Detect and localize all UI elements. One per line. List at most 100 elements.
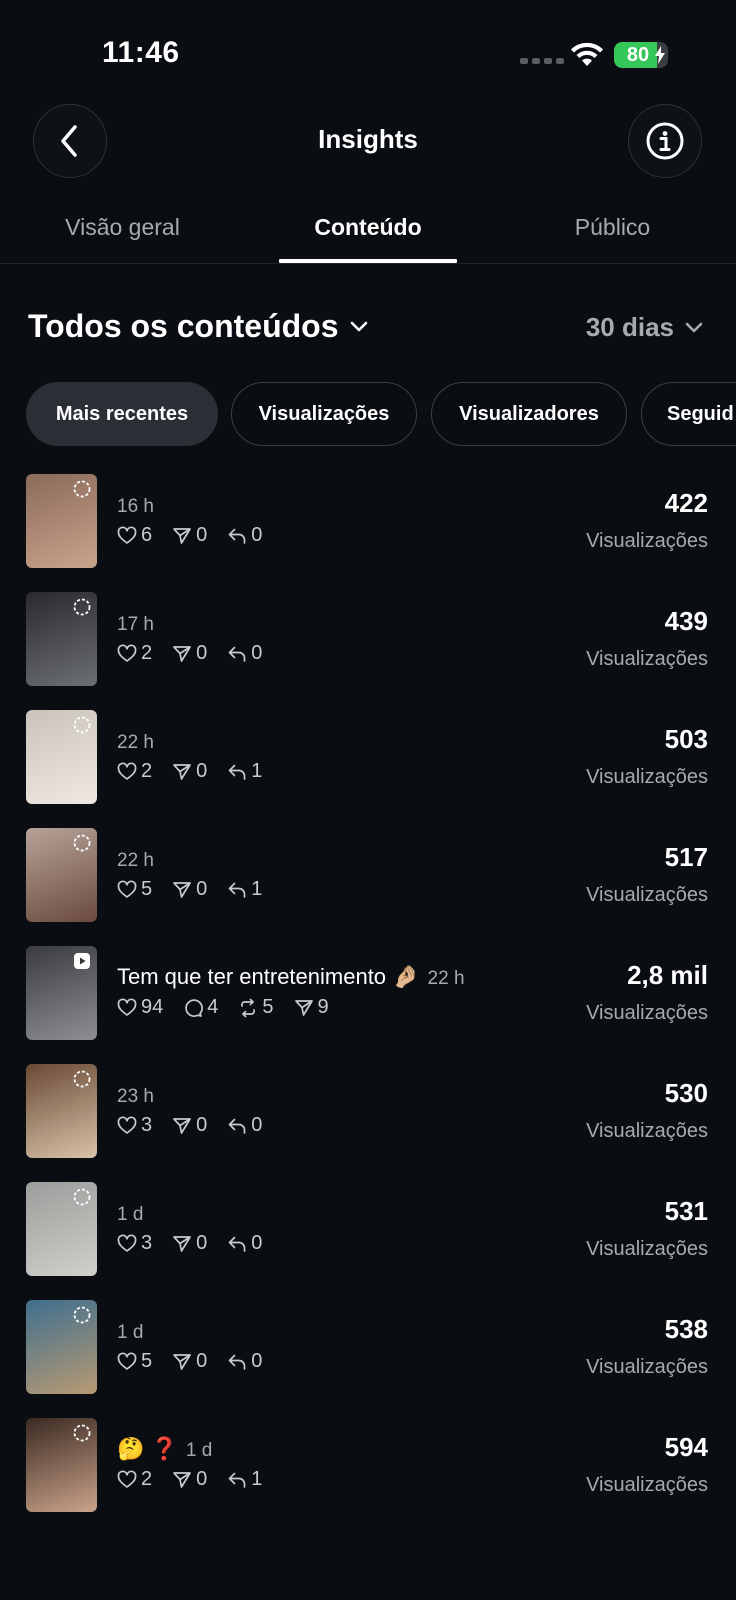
content-caption: Tem que ter entretenimento 🤌🏼 22 h	[117, 964, 465, 990]
stat-value: 9	[317, 996, 329, 1018]
content-caption: 🤔 ❓ 1 d	[117, 1436, 212, 1462]
tab-content[interactable]: Conteúdo	[279, 214, 457, 241]
stat-value: 3	[141, 1114, 153, 1136]
send-icon	[173, 1353, 191, 1370]
repost-icon	[241, 998, 256, 1017]
stat-value: 2	[141, 642, 153, 664]
views-count: 530	[664, 1078, 708, 1108]
content-row[interactable]: 23 h 3 0 0 530 Visualizações	[0, 1064, 736, 1158]
engagement-stats: 3 0 0	[117, 1114, 262, 1137]
views-count: 517	[664, 842, 708, 872]
content-thumbnail[interactable]	[26, 1182, 97, 1276]
reel-icon	[74, 953, 90, 969]
engagement-stats: 3 0 0	[117, 1232, 262, 1255]
engagement-stats: 2 0 1	[117, 1468, 262, 1491]
stat-value: 3	[141, 1232, 153, 1254]
wifi-icon	[571, 42, 603, 66]
views-label: Visualizações	[586, 1356, 708, 1378]
content-filter-dropdown[interactable]: Todos os conteúdos	[28, 308, 369, 345]
reply-icon	[228, 1118, 246, 1134]
heart-icon	[117, 880, 137, 898]
post-time: 22 h	[427, 968, 465, 989]
stat-heart: 6	[117, 524, 152, 547]
stat-reply: 0	[227, 1350, 262, 1373]
post-time: 1 d	[117, 1322, 144, 1343]
heart-icon	[117, 1116, 137, 1134]
stat-value: 0	[251, 1232, 263, 1254]
reply-icon	[228, 1236, 246, 1252]
caption-text: 🤔 ❓	[117, 1436, 178, 1461]
tab-audience[interactable]: Público	[530, 214, 695, 241]
tab-overview[interactable]: Visão geral	[40, 214, 205, 241]
content-filter-label: Todos os conteúdos	[28, 308, 339, 344]
content-thumbnail[interactable]	[26, 474, 97, 568]
heart-icon	[117, 1470, 137, 1488]
send-icon	[173, 763, 191, 780]
views-count: 2,8 mil	[627, 960, 708, 990]
stat-heart: 2	[117, 760, 152, 783]
stat-reply: 0	[227, 524, 262, 547]
stat-value: 0	[196, 1350, 208, 1372]
stat-value: 0	[196, 524, 208, 546]
views-count: 531	[664, 1196, 708, 1226]
heart-icon	[117, 644, 137, 662]
views-label: Visualizações	[586, 766, 708, 788]
post-time: 16 h	[117, 496, 154, 517]
content-thumbnail[interactable]	[26, 1064, 97, 1158]
content-thumbnail[interactable]	[26, 828, 97, 922]
stat-heart: 2	[117, 642, 152, 665]
reply-icon	[228, 528, 246, 544]
chip-most-recent[interactable]: Mais recentes	[26, 382, 218, 446]
chip-viewers[interactable]: Visualizadores	[431, 382, 627, 446]
content-thumbnail[interactable]	[26, 1300, 97, 1394]
story-icon	[73, 598, 91, 616]
status-bar: 11:46 80	[0, 0, 736, 100]
stat-value: 0	[196, 642, 208, 664]
post-time: 1 d	[185, 1440, 213, 1461]
stat-value: 0	[196, 1114, 208, 1136]
content-thumbnail[interactable]	[26, 1418, 97, 1512]
stat-reply: 0	[227, 642, 262, 665]
content-row[interactable]: 1 d 3 0 0 531 Visualizações	[0, 1182, 736, 1276]
stat-reply: 1	[227, 760, 262, 783]
content-row[interactable]: 22 h 5 0 1 517 Visualizações	[0, 828, 736, 922]
stat-send: 0	[172, 1114, 207, 1137]
stat-reply: 1	[227, 1468, 262, 1491]
content-row[interactable]: 17 h 2 0 0 439 Visualizações	[0, 592, 736, 686]
reply-icon	[228, 764, 246, 780]
stat-comment: 4	[183, 996, 218, 1019]
stat-reply: 0	[227, 1114, 262, 1137]
info-button[interactable]	[628, 104, 702, 178]
content-thumbnail[interactable]	[26, 946, 97, 1040]
heart-icon	[117, 762, 137, 780]
chip-views[interactable]: Visualizações	[231, 382, 417, 446]
views-label: Visualizações	[586, 1238, 708, 1260]
reply-icon	[228, 1472, 246, 1488]
content-row[interactable]: 1 d 5 0 0 538 Visualizações	[0, 1300, 736, 1394]
views-label: Visualizações	[586, 1002, 708, 1024]
send-icon	[173, 1235, 191, 1252]
content-thumbnail[interactable]	[26, 592, 97, 686]
content-row[interactable]: 16 h 6 0 0 422 Visualizações	[0, 474, 736, 568]
stat-value: 5	[262, 996, 274, 1018]
content-row[interactable]: 22 h 2 0 1 503 Visualizações	[0, 710, 736, 804]
story-icon	[73, 1188, 91, 1206]
status-time: 11:46	[102, 36, 180, 69]
stat-value: 0	[196, 1468, 208, 1490]
send-icon	[173, 881, 191, 898]
post-time: 22 h	[117, 850, 154, 871]
content-row[interactable]: Tem que ter entretenimento 🤌🏼 22 h 94 4 5 9 2,…	[0, 946, 736, 1040]
views-count: 422	[664, 488, 708, 518]
chip-followers[interactable]: Seguid	[641, 382, 736, 446]
stat-value: 5	[141, 878, 153, 900]
stat-value: 2	[141, 760, 153, 782]
stat-heart: 2	[117, 1468, 152, 1491]
content-row[interactable]: 🤔 ❓ 1 d 2 0 1 594 Visualizações	[0, 1418, 736, 1512]
charging-bolt-icon	[655, 46, 665, 64]
period-filter-dropdown[interactable]: 30 dias	[586, 312, 704, 343]
stat-send: 0	[172, 1350, 207, 1373]
stat-heart: 5	[117, 878, 152, 901]
heart-icon	[117, 526, 137, 544]
engagement-stats: 5 0 1	[117, 878, 262, 901]
content-thumbnail[interactable]	[26, 710, 97, 804]
